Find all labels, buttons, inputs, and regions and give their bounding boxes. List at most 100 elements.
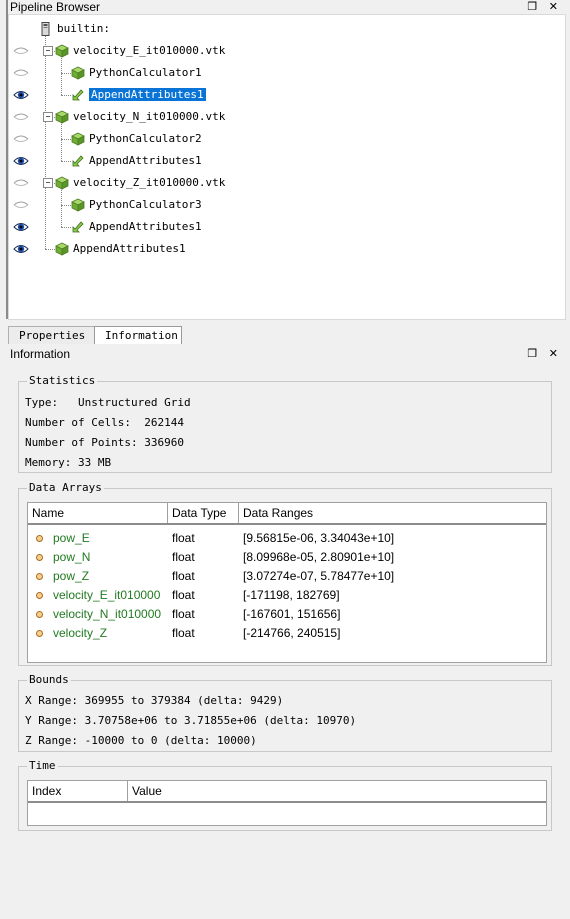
- eye-hidden-icon[interactable]: [13, 177, 29, 189]
- pipeline-item-label: AppendAttributes1: [89, 154, 202, 167]
- pipeline-item[interactable]: − velocity_E_it010000.vtk: [9, 40, 565, 62]
- eye-hidden-icon[interactable]: [13, 199, 29, 211]
- pipeline-item[interactable]: − velocity_N_it010000.vtk: [9, 106, 565, 128]
- point-data-icon: [36, 630, 43, 637]
- tree-connector-line: [45, 249, 55, 250]
- array-name: velocity_N_it010000: [53, 607, 162, 621]
- pipeline-item-label: AppendAttributes1: [89, 220, 202, 233]
- tab-properties[interactable]: Properties: [8, 326, 96, 344]
- pipeline-item-label: PythonCalculator3: [89, 198, 202, 211]
- eye-hidden-icon[interactable]: [13, 111, 29, 123]
- pipeline-item[interactable]: PythonCalculator1: [9, 62, 565, 84]
- float-icon[interactable]: ❐: [527, 347, 537, 360]
- point-data-icon: [36, 535, 43, 542]
- float-icon[interactable]: ❐: [527, 0, 537, 13]
- point-data-icon: [36, 554, 43, 561]
- time-table[interactable]: Index Value: [27, 780, 547, 826]
- dataset-cube-icon: [71, 198, 85, 212]
- array-range: [-214766, 240515]: [243, 626, 341, 640]
- table-row[interactable]: velocity_Z float [-214766, 240515]: [28, 624, 546, 643]
- pipeline-item-label: builtin:: [57, 22, 110, 35]
- eye-hidden-icon[interactable]: [13, 45, 29, 57]
- stat-points: Number of Points: 336960: [25, 436, 184, 449]
- dataset-cube-icon: [71, 132, 85, 146]
- array-name: pow_N: [53, 550, 91, 564]
- collapse-toggle-icon[interactable]: −: [43, 178, 53, 188]
- eye-visible-icon[interactable]: [13, 243, 29, 255]
- dataset-cube-icon: [55, 176, 69, 190]
- pipeline-item-label: AppendAttributes1: [88, 87, 207, 102]
- dataset-cube-icon: [55, 44, 69, 58]
- tree-connector-line: [61, 139, 71, 140]
- tab-information[interactable]: Information: [94, 326, 182, 344]
- pipeline-item-label: PythonCalculator2: [89, 132, 202, 145]
- dataset-cube-icon: [71, 66, 85, 80]
- stat-cells: Number of Cells: 262144: [25, 416, 184, 429]
- col-name[interactable]: Name: [28, 503, 168, 523]
- close-icon[interactable]: ✕: [549, 0, 558, 13]
- close-icon[interactable]: ✕: [549, 347, 558, 360]
- pipeline-item[interactable]: AppendAttributes1: [9, 238, 565, 260]
- array-type: float: [172, 531, 195, 545]
- point-data-icon: [36, 611, 43, 618]
- pipeline-item[interactable]: builtin:: [9, 18, 565, 40]
- pipeline-item[interactable]: AppendAttributes1: [9, 216, 565, 238]
- tree-connector-line: [61, 161, 71, 162]
- data-arrays-group: Data Arrays Name Data Type Data Ranges p…: [18, 481, 552, 666]
- time-group: Time Index Value: [18, 759, 552, 831]
- table-header: Name Data Type Data Ranges: [28, 503, 547, 525]
- tree-connector-line: [61, 95, 71, 96]
- eye-visible-icon[interactable]: [13, 155, 29, 167]
- pipeline-item[interactable]: AppendAttributes1: [9, 84, 565, 106]
- eye-visible-icon[interactable]: [13, 221, 29, 233]
- eye-visible-icon[interactable]: [13, 89, 29, 101]
- bounds-x: X Range: 369955 to 379384 (delta: 9429): [25, 694, 284, 707]
- collapse-toggle-icon[interactable]: −: [43, 46, 53, 56]
- array-name: velocity_Z: [53, 626, 108, 640]
- col-data-type[interactable]: Data Type: [168, 503, 239, 523]
- pipeline-item-label: velocity_Z_it010000.vtk: [73, 176, 226, 189]
- array-type: float: [172, 550, 195, 564]
- point-data-icon: [36, 573, 43, 580]
- eye-hidden-icon[interactable]: [13, 67, 29, 79]
- array-type: float: [172, 626, 195, 640]
- pipeline-item-label: velocity_E_it010000.vtk: [73, 44, 226, 57]
- pipeline-item[interactable]: PythonCalculator3: [9, 194, 565, 216]
- pipeline-item[interactable]: AppendAttributes1: [9, 150, 565, 172]
- table-row[interactable]: velocity_E_it010000 float [-171198, 182769…: [28, 586, 546, 605]
- table-row[interactable]: velocity_N_it010000 float [-167601, 151656…: [28, 605, 546, 624]
- table-header: Index Value: [28, 781, 546, 803]
- filter-icon: [71, 154, 85, 168]
- col-index[interactable]: Index: [28, 781, 128, 801]
- table-row[interactable]: pow_E float [9.56815e-06, 3.34043e+10]: [28, 529, 546, 548]
- pipeline-item[interactable]: − velocity_Z_it010000.vtk: [9, 172, 565, 194]
- bounds-title: Bounds: [27, 673, 71, 686]
- eye-hidden-icon[interactable]: [13, 133, 29, 145]
- filter-icon: [71, 220, 85, 234]
- data-arrays-title: Data Arrays: [27, 481, 104, 494]
- dataset-cube-icon: [55, 242, 69, 256]
- pipeline-browser-titlebar: Pipeline Browser ❐ ✕: [10, 0, 566, 14]
- array-type: float: [172, 569, 195, 583]
- collapse-toggle-icon[interactable]: −: [43, 112, 53, 122]
- array-range: [3.07274e-07, 5.78477e+10]: [243, 569, 395, 583]
- table-row[interactable]: pow_Z float [3.07274e-07, 5.78477e+10]: [28, 567, 546, 586]
- array-range: [8.09968e-05, 2.80901e+10]: [243, 550, 395, 564]
- stat-type: Type: Unstructured Grid: [25, 396, 191, 409]
- array-range: [-167601, 151656]: [243, 607, 341, 621]
- pipeline-item-label: PythonCalculator1: [89, 66, 202, 79]
- col-data-ranges[interactable]: Data Ranges: [239, 503, 547, 523]
- pipeline-browser-title: Pipeline Browser: [10, 0, 101, 14]
- pipeline-tree[interactable]: builtin: − velocity_E_it010000.vtk PythonCa…: [8, 14, 566, 320]
- data-arrays-table[interactable]: Name Data Type Data Ranges pow_E float [9.…: [27, 502, 547, 663]
- array-name: velocity_E_it010000: [53, 588, 161, 602]
- information-title: Information: [10, 347, 71, 361]
- array-range: [-171198, 182769]: [243, 588, 340, 602]
- col-value[interactable]: Value: [128, 781, 547, 801]
- information-titlebar: Information ❐ ✕: [10, 347, 566, 363]
- array-type: float: [172, 607, 195, 621]
- table-row[interactable]: pow_N float [8.09968e-05, 2.80901e+10]: [28, 548, 546, 567]
- bounds-y: Y Range: 3.70758e+06 to 3.71855e+06 (del…: [25, 714, 357, 727]
- pipeline-item[interactable]: PythonCalculator2: [9, 128, 565, 150]
- point-data-icon: [36, 592, 43, 599]
